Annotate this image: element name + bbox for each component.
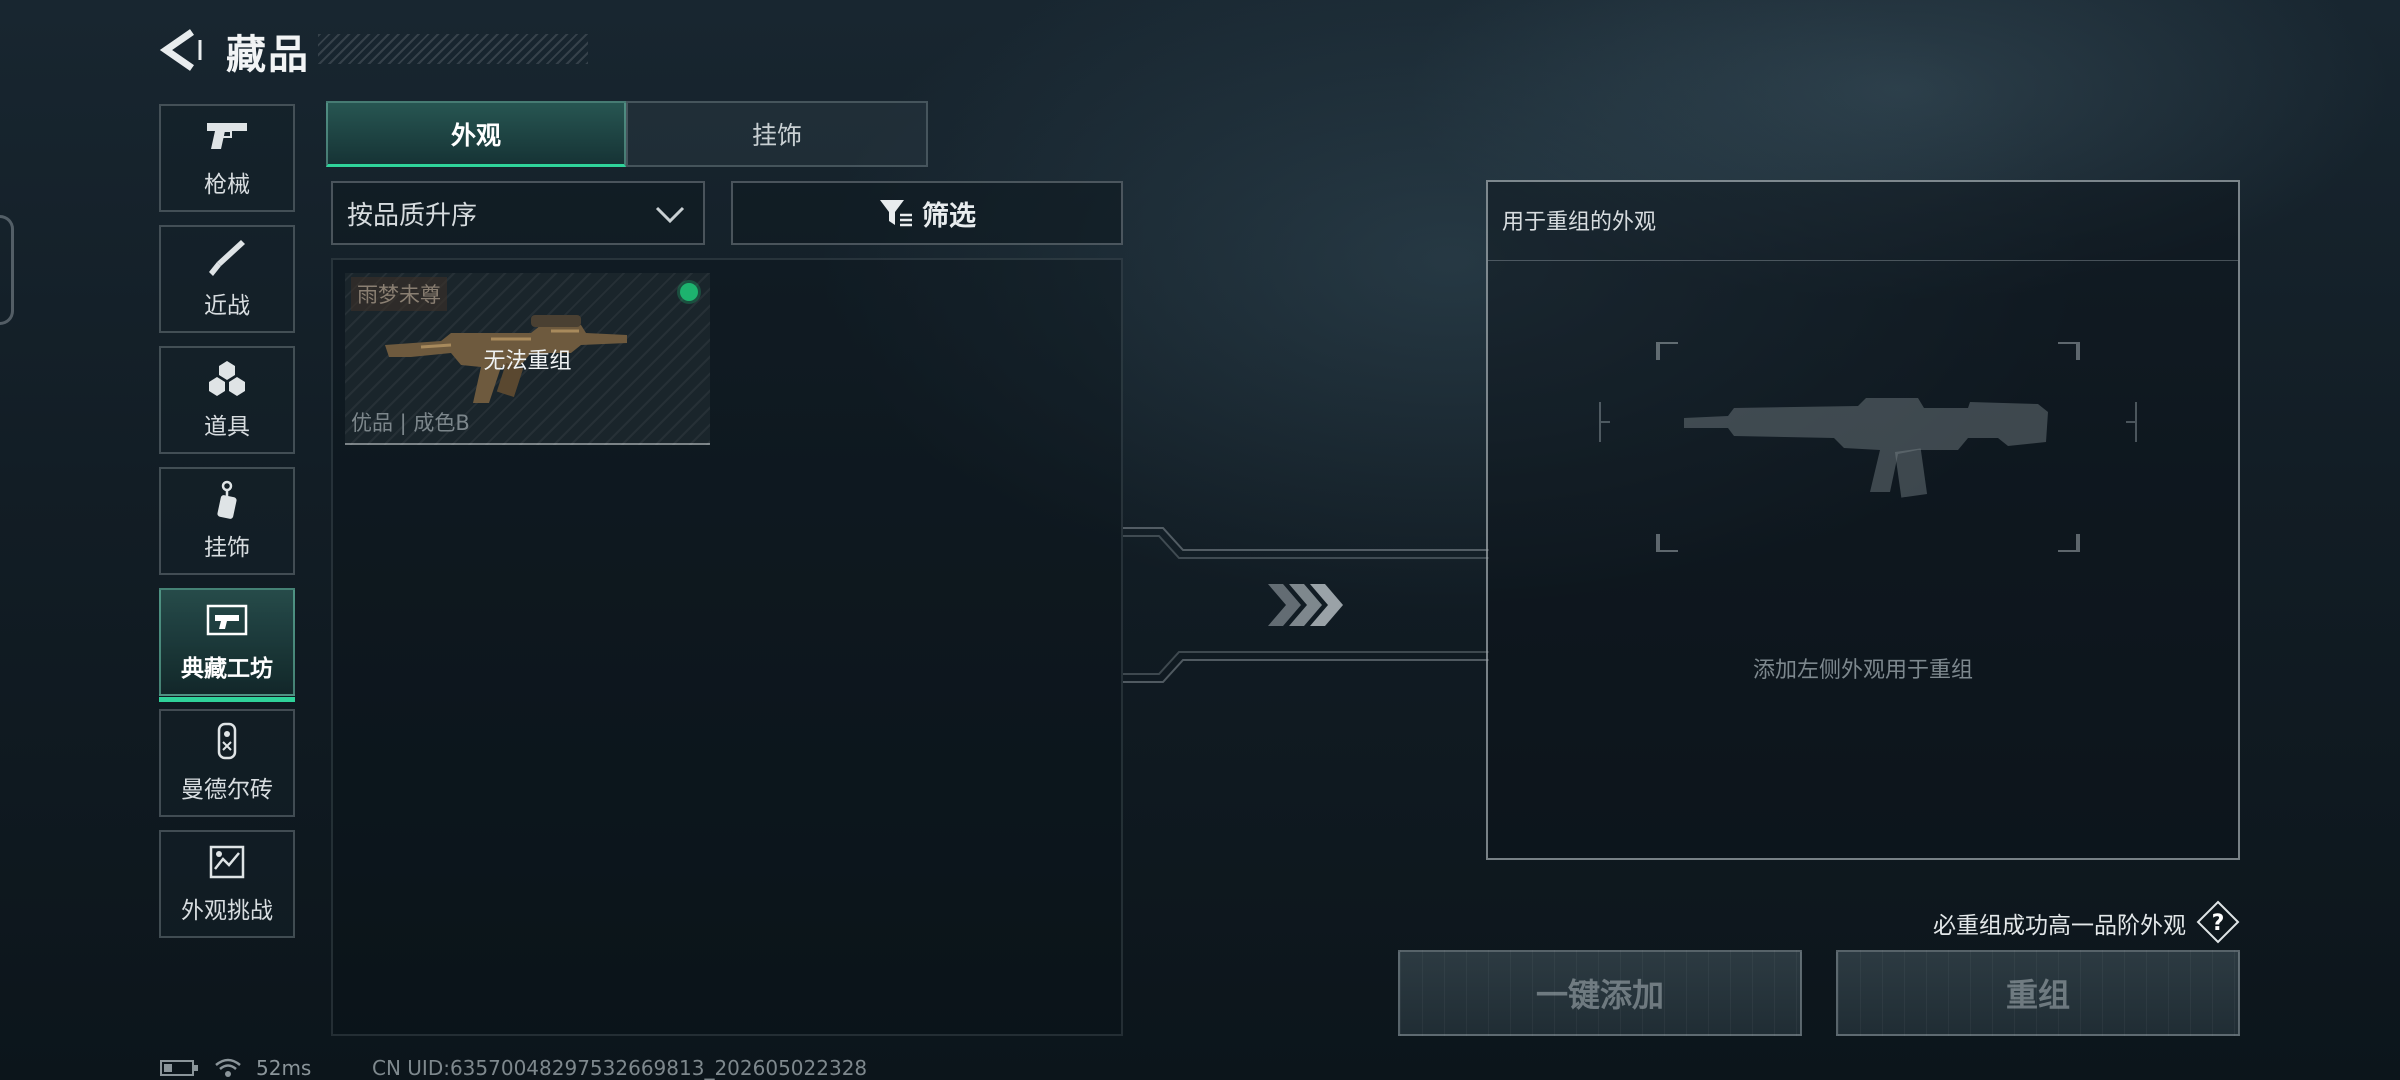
add-all-button[interactable]: 一键添加	[1398, 950, 1802, 1036]
sidebar-item-label: 曼德尔砖	[181, 777, 273, 803]
question-icon: ?	[2196, 900, 2240, 944]
item-skin-name: 雨梦未尊	[351, 277, 447, 311]
sidebar-item-firearms[interactable]: 枪械	[159, 104, 295, 212]
back-button[interactable]	[156, 26, 206, 74]
tab-appearance[interactable]: 外观	[326, 101, 626, 167]
sidebar-item-mandel-brick[interactable]: 曼德尔砖	[159, 709, 295, 817]
sidebar-item-label: 近战	[204, 293, 250, 319]
recombine-hint: 添加左侧外观用于重组	[1752, 658, 1973, 683]
tab-pendant[interactable]: 挂饰	[626, 101, 928, 167]
sort-dropdown-value: 按品质升序	[347, 200, 478, 231]
grenade-icon	[205, 359, 249, 399]
item-grade-text: 优品 | 成色B	[351, 411, 470, 435]
knife-icon	[205, 238, 249, 278]
page-title: 藏品	[226, 32, 310, 78]
sidebar-item-gadgets[interactable]: 道具	[159, 346, 295, 454]
status-bar: 52ms	[160, 1056, 311, 1080]
sidebar-item-workshop[interactable]: 典藏工坊	[159, 588, 295, 702]
filter-button-label: 筛选	[922, 200, 976, 232]
sidebar-item-label: 外观挑战	[181, 898, 273, 924]
back-arrow-icon	[159, 29, 202, 71]
challenge-icon	[205, 843, 249, 883]
filter-icon	[880, 200, 912, 227]
chevron-down-icon	[655, 206, 685, 224]
brick-icon	[205, 722, 249, 762]
recombine-panel: 用于重组的外观 添加左侧外观用于重组	[1486, 180, 2240, 860]
item-status-text: 无法重组	[483, 349, 572, 374]
list-item[interactable]: 雨梦未尊 无法重组 优品 | 成色B	[345, 273, 710, 445]
connector-arrows-decoration	[1123, 527, 1489, 683]
filter-button[interactable]: 筛选	[731, 181, 1123, 245]
battery-icon	[160, 1060, 198, 1076]
help-button[interactable]: ?	[2196, 900, 2240, 944]
sidebar-item-label: 挂饰	[204, 535, 250, 561]
ping-text: 52ms	[256, 1056, 312, 1080]
sidebar-item-appearance-challenge[interactable]: 外观挑战	[159, 830, 295, 938]
pendant-icon	[205, 480, 249, 520]
sidebar-item-label: 道具	[204, 414, 250, 440]
pistol-icon	[205, 117, 249, 157]
edge-bracket-decoration	[0, 215, 14, 325]
divider	[1488, 260, 2238, 261]
wifi-icon	[215, 1058, 241, 1077]
sidebar-item-label: 枪械	[204, 172, 250, 198]
recombine-button[interactable]: 重组	[1836, 950, 2240, 1036]
uid-text: CN UID:6357004829753266981​3_20260502232…	[372, 1056, 868, 1080]
sidebar-item-melee[interactable]: 近战	[159, 225, 295, 333]
recombine-panel-title: 用于重组的外观	[1502, 210, 1657, 235]
guarantee-text: 必重组成功高一品阶外观	[1933, 913, 2186, 939]
empty-slot-rifle-icon	[1599, 342, 2137, 552]
title-decoration	[318, 34, 588, 64]
sidebar-item-pendants[interactable]: 挂饰	[159, 467, 295, 575]
sidebar-item-label: 典藏工坊	[181, 656, 273, 682]
sort-dropdown[interactable]: 按品质升序	[331, 181, 705, 245]
workshop-icon	[205, 601, 249, 641]
help-button-label: ?	[2212, 911, 2225, 936]
equipped-indicator-dot	[680, 283, 698, 301]
